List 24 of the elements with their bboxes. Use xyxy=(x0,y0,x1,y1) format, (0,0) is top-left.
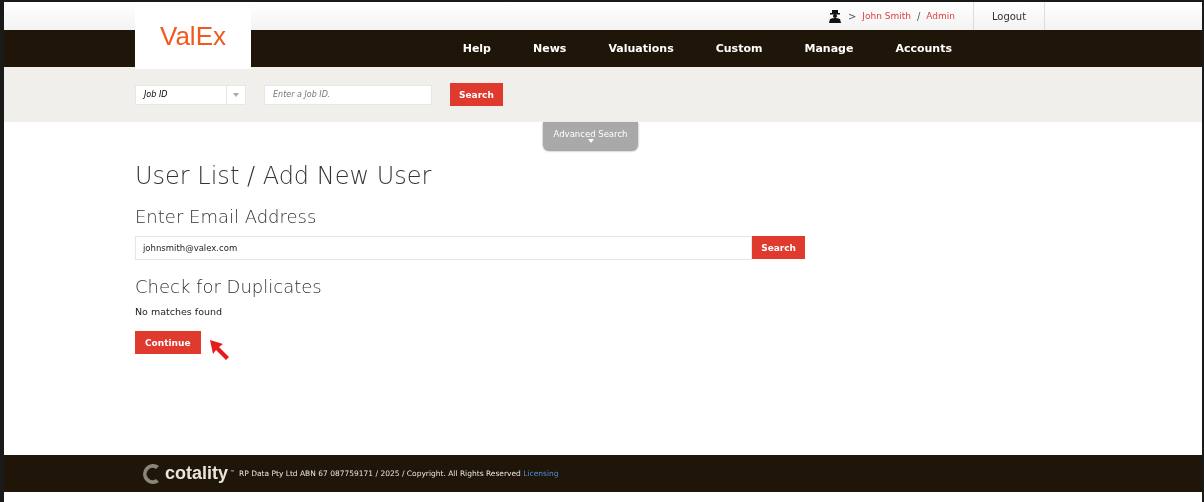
cursor-icon xyxy=(208,339,231,361)
nav-link[interactable]: Manage xyxy=(783,42,875,55)
nav-link[interactable]: Help xyxy=(441,42,512,55)
result-text: No matches found xyxy=(135,306,224,317)
page-title: User List / Add New User xyxy=(135,162,433,190)
nav-link[interactable]: Valuations xyxy=(587,42,695,55)
slash-separator: / xyxy=(916,10,921,22)
nav-link[interactable]: News xyxy=(512,42,588,55)
breadcrumb-separator: > xyxy=(847,10,857,22)
search-button[interactable]: Search xyxy=(752,236,805,259)
nav-link[interactable]: Custom xyxy=(694,42,784,55)
nav-link[interactable]: Accounts xyxy=(874,42,973,55)
search-type-dropdown[interactable]: Job ID xyxy=(135,84,246,105)
continue-button[interactable]: Continue xyxy=(135,331,201,354)
email-field[interactable]: johnsmith@valex.com xyxy=(135,236,753,260)
caret-icon xyxy=(587,139,594,143)
search-button[interactable]: Search xyxy=(450,83,503,106)
user-name-link[interactable]: John Smith xyxy=(862,11,911,21)
role-link[interactable]: Admin xyxy=(926,11,955,21)
job-id-field[interactable]: Enter a Job ID. xyxy=(264,84,432,105)
section-heading: Enter Email Address xyxy=(135,206,318,227)
section-heading: Check for Duplicates xyxy=(135,276,323,297)
user-icon xyxy=(827,9,842,23)
caret-icon xyxy=(233,92,239,97)
